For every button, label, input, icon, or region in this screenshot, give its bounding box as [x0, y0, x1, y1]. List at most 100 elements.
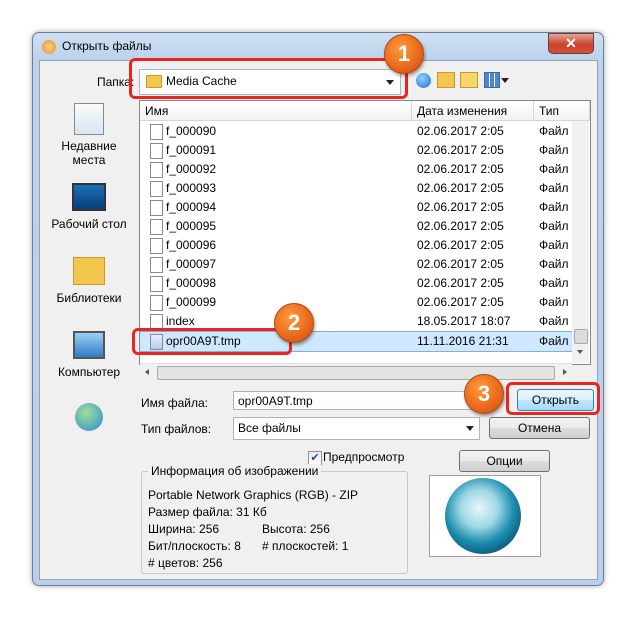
list-item[interactable]: f_000098 02.06.2017 2:05 Файл [140, 274, 572, 293]
file-date: 02.06.2017 2:05 [417, 238, 504, 252]
up-folder-icon[interactable] [437, 72, 455, 88]
chevron-down-icon[interactable] [466, 426, 474, 431]
column-header-type[interactable]: Тип [534, 101, 590, 121]
file-type: Файл [539, 219, 569, 233]
list-item[interactable]: f_000097 02.06.2017 2:05 Файл [140, 255, 572, 274]
file-type: Файл [539, 181, 569, 195]
file-name: f_000094 [166, 200, 217, 214]
highlight-box-1 [129, 58, 408, 99]
image-height: Высота: 256 [262, 522, 330, 536]
recent-places-icon [74, 103, 104, 135]
new-folder-icon[interactable] [460, 72, 478, 88]
file-date: 02.06.2017 2:05 [417, 295, 504, 309]
computer-icon [73, 331, 105, 359]
image-width: Ширина: 256 [148, 522, 220, 536]
file-date: 02.06.2017 2:05 [417, 143, 504, 157]
filename-input[interactable]: opr00A9T.tmp [233, 391, 475, 410]
file-name: f_000091 [166, 143, 217, 157]
cancel-button[interactable]: Отмена [489, 417, 590, 439]
file-type: Файл [539, 143, 569, 157]
close-button[interactable]: ✕ [548, 33, 594, 54]
filetype-label: Тип файлов: [141, 422, 212, 436]
window-title: Открыть файлы [62, 39, 152, 53]
image-info-title: Информация об изображении [148, 464, 322, 478]
file-icon [150, 162, 163, 178]
list-item[interactable]: f_000095 02.06.2017 2:05 Файл [140, 217, 572, 236]
file-date: 02.06.2017 2:05 [417, 219, 504, 233]
file-type: Файл [539, 200, 569, 214]
callout-3: 3 [464, 374, 504, 414]
list-item[interactable]: f_000099 02.06.2017 2:05 Файл [140, 293, 572, 312]
place-recent[interactable]: Недавние места [45, 103, 133, 167]
file-date: 02.06.2017 2:05 [417, 200, 504, 214]
preview-pane [429, 475, 541, 557]
image-format: Portable Network Graphics (RGB) - ZIP [148, 488, 359, 502]
place-desktop[interactable]: Рабочий стол [45, 183, 133, 231]
place-computer[interactable]: Компьютер [45, 331, 133, 379]
list-item[interactable]: f_000096 02.06.2017 2:05 Файл [140, 236, 572, 255]
file-type: Файл [539, 295, 569, 309]
desktop-icon [72, 183, 106, 211]
file-name: f_000090 [166, 124, 217, 138]
list-item[interactable]: f_000093 02.06.2017 2:05 Файл [140, 179, 572, 198]
column-header-name[interactable]: Имя [140, 101, 412, 121]
image-size: Размер файла: 31 Кб [148, 505, 267, 519]
file-date: 18.05.2017 18:07 [417, 314, 511, 328]
image-bpp: Бит/плоскость: 8 [148, 539, 241, 553]
file-list[interactable]: Имя Дата изменения Тип f_000090 02.06.20… [139, 100, 591, 365]
file-name: f_000099 [166, 295, 217, 309]
file-date: 02.06.2017 2:05 [417, 124, 504, 138]
place-desktop-label: Рабочий стол [51, 217, 127, 231]
file-icon [150, 124, 163, 140]
preview-checkbox[interactable]: ✔ [308, 451, 322, 465]
app-icon [42, 40, 56, 54]
vertical-scroll-thumb[interactable] [574, 329, 588, 344]
callout-1: 1 [384, 34, 424, 74]
file-icon [150, 143, 163, 159]
highlight-box-2 [132, 328, 292, 355]
file-type: Файл [539, 334, 569, 348]
options-button[interactable]: Опции [459, 450, 550, 472]
file-date: 11.11.2016 21:31 [417, 334, 509, 348]
vertical-scrollbar[interactable] [572, 121, 589, 363]
column-header-date[interactable]: Дата изменения [412, 101, 534, 121]
file-date: 02.06.2017 2:05 [417, 276, 504, 290]
view-dropdown-icon[interactable] [501, 78, 509, 83]
place-libraries-label: Библиотеки [56, 291, 122, 305]
file-date: 02.06.2017 2:05 [417, 257, 504, 271]
filetype-select[interactable]: Все файлы [233, 417, 480, 440]
list-item[interactable]: f_000092 02.06.2017 2:05 Файл [140, 160, 572, 179]
file-name: f_000096 [166, 238, 217, 252]
place-recent-label: Недавние места [61, 139, 117, 167]
filename-label: Имя файла: [141, 396, 208, 410]
filetype-value: Все файлы [238, 421, 301, 435]
image-colors: # цветов: 256 [148, 556, 223, 570]
file-name: f_000098 [166, 276, 217, 290]
file-icon [150, 181, 163, 197]
places-bar: Недавние места Рабочий стол Библиотеки К… [45, 99, 133, 459]
list-item[interactable]: f_000090 02.06.2017 2:05 Файл [140, 122, 572, 141]
file-date: 02.06.2017 2:05 [417, 162, 504, 176]
back-icon[interactable] [416, 73, 431, 88]
highlight-box-3 [506, 382, 600, 415]
scroll-down-arrow-icon[interactable] [577, 350, 583, 354]
scroll-right-arrow-icon[interactable] [563, 369, 567, 375]
view-menu-icon[interactable] [484, 72, 500, 88]
list-item[interactable]: f_000091 02.06.2017 2:05 Файл [140, 141, 572, 160]
file-type: Файл [539, 276, 569, 290]
file-name: f_000095 [166, 219, 217, 233]
file-name: f_000092 [166, 162, 217, 176]
scroll-left-arrow-icon[interactable] [145, 369, 149, 375]
file-icon [150, 200, 163, 216]
libraries-icon [73, 257, 105, 285]
file-date: 02.06.2017 2:05 [417, 181, 504, 195]
file-name: f_000097 [166, 257, 217, 271]
file-icon [150, 257, 163, 273]
image-planes: # плоскостей: 1 [262, 539, 349, 553]
file-type: Файл [539, 314, 569, 328]
horizontal-scrollbar[interactable] [140, 363, 572, 381]
place-network[interactable] [45, 403, 133, 431]
file-icon [150, 238, 163, 254]
list-item[interactable]: f_000094 02.06.2017 2:05 Файл [140, 198, 572, 217]
place-libraries[interactable]: Библиотеки [45, 257, 133, 305]
